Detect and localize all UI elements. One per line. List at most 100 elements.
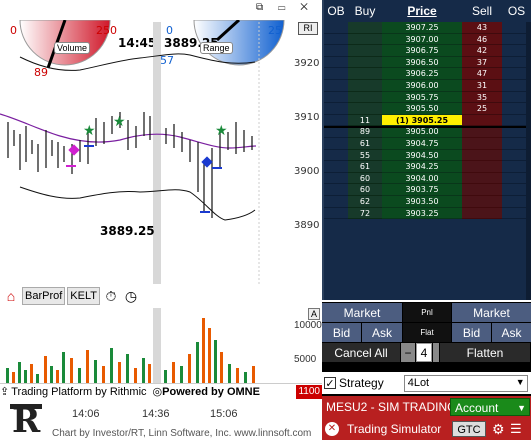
window-controls[interactable]: ⧉ ▭ ✕ xyxy=(256,2,314,13)
ob-cell[interactable] xyxy=(324,68,348,80)
dom-row[interactable]: 3907.00 46 xyxy=(324,33,531,46)
sell-cell[interactable] xyxy=(462,207,502,220)
ob-cell[interactable] xyxy=(324,137,348,150)
qty-increment-button[interactable] xyxy=(433,343,439,362)
close-icon[interactable]: ✕ xyxy=(325,422,339,436)
timer-icon[interactable]: ⏱ xyxy=(102,287,120,305)
price-cell[interactable]: 3904.25 xyxy=(382,161,462,173)
cancel-all-button[interactable]: Cancel All xyxy=(322,343,400,362)
dom-row[interactable]: 3905.50 25 xyxy=(324,103,531,115)
buy-cell[interactable] xyxy=(348,91,382,104)
dom-row[interactable]: 60 3903.75 xyxy=(324,184,531,196)
settings-sliders-icon[interactable]: ☰ xyxy=(510,421,522,437)
dom-row[interactable]: 89 3905.00 xyxy=(324,126,531,138)
account-select[interactable]: Account ▼ xyxy=(450,398,530,416)
buy-cell[interactable]: 89 xyxy=(348,126,382,138)
price-cell[interactable]: 3905.75 xyxy=(382,91,462,104)
sell-cell[interactable] xyxy=(462,172,502,185)
price-cell[interactable]: 3903.75 xyxy=(382,184,462,196)
sell-cell[interactable]: 31 xyxy=(462,79,502,92)
sell-cell[interactable]: 47 xyxy=(462,68,502,80)
dom-ladder[interactable]: 3907.25 43 3907.00 46 3906.75 42 3906.50 37 3906… xyxy=(324,22,531,300)
price-cell[interactable]: 3906.50 xyxy=(382,56,462,69)
price-cell[interactable]: 3904.50 xyxy=(382,149,462,162)
gtc-button[interactable]: GTC xyxy=(452,421,486,437)
strategy-checkbox[interactable]: ✓ xyxy=(324,377,336,390)
buy-cell[interactable]: 11 xyxy=(348,114,382,127)
qty-decrement-button[interactable]: − xyxy=(401,343,415,362)
barprof-button[interactable]: BarProf xyxy=(22,287,66,305)
buy-cell[interactable]: 61 xyxy=(348,161,382,173)
ob-cell[interactable] xyxy=(324,45,348,57)
dom-row[interactable]: 3906.25 47 xyxy=(324,68,531,80)
ob-cell[interactable] xyxy=(324,207,348,220)
sell-cell[interactable] xyxy=(462,149,502,162)
buy-cell[interactable] xyxy=(348,33,382,46)
header-ob[interactable]: OB xyxy=(324,4,348,18)
gear-icon[interactable]: ⚙ xyxy=(492,421,505,438)
ob-cell[interactable] xyxy=(324,22,348,34)
ob-cell[interactable] xyxy=(324,195,348,208)
sell-cell[interactable] xyxy=(462,161,502,173)
sell-cell[interactable]: 25 xyxy=(462,103,502,115)
ob-cell[interactable] xyxy=(324,126,348,138)
buy-cell[interactable]: 55 xyxy=(348,149,382,162)
buy-cell[interactable] xyxy=(348,45,382,57)
dom-row[interactable]: 61 3904.75 xyxy=(324,137,531,150)
price-cell[interactable]: 3903.25 xyxy=(382,207,462,220)
market-sell-button[interactable]: Market xyxy=(452,303,531,322)
buy-cell[interactable]: 72 xyxy=(348,207,382,220)
ob-cell[interactable] xyxy=(324,172,348,185)
ob-cell[interactable] xyxy=(324,149,348,162)
sell-cell[interactable] xyxy=(462,126,502,138)
chart-home-icon[interactable]: ⌂ xyxy=(2,287,20,305)
price-chart[interactable]: ★ ★ ★ xyxy=(0,22,294,284)
dom-row[interactable]: 3906.75 42 xyxy=(324,45,531,57)
sell-cell[interactable]: 46 xyxy=(462,33,502,46)
ob-cell[interactable] xyxy=(324,91,348,104)
dom-row[interactable]: 60 3904.00 xyxy=(324,172,531,185)
header-price[interactable]: Price xyxy=(382,4,462,18)
sell-cell[interactable] xyxy=(462,184,502,196)
ob-cell[interactable] xyxy=(324,56,348,69)
header-os[interactable]: OS xyxy=(502,4,531,18)
kelt-button[interactable]: KELT xyxy=(67,287,100,305)
sell-cell[interactable] xyxy=(462,114,502,127)
ob-cell[interactable] xyxy=(324,103,348,115)
price-cell[interactable]: 3907.25 xyxy=(382,22,462,34)
price-cell[interactable]: 3906.75 xyxy=(382,45,462,57)
dom-row[interactable]: 11 (1) 3905.25 xyxy=(324,114,531,127)
ob-cell[interactable] xyxy=(324,79,348,92)
ob-cell[interactable] xyxy=(324,161,348,173)
price-cell[interactable]: 3905.50 xyxy=(382,103,462,115)
dom-row[interactable]: 3905.75 35 xyxy=(324,91,531,104)
dom-row[interactable]: 3906.50 37 xyxy=(324,56,531,69)
dom-row[interactable]: 3906.00 31 xyxy=(324,79,531,92)
buy-cell[interactable]: 60 xyxy=(348,172,382,185)
quantity-field[interactable]: 4 xyxy=(416,343,432,362)
price-cell[interactable]: 3906.00 xyxy=(382,79,462,92)
price-cell[interactable]: 3905.00 xyxy=(382,126,462,138)
sell-cell[interactable]: 35 xyxy=(462,91,502,104)
dom-row[interactable]: 3907.25 43 xyxy=(324,22,531,34)
sell-cell[interactable]: 43 xyxy=(462,22,502,34)
buy-cell[interactable] xyxy=(348,68,382,80)
ask-sell-button[interactable]: Ask xyxy=(492,323,531,342)
ob-cell[interactable] xyxy=(324,33,348,46)
dom-row[interactable]: 72 3903.25 xyxy=(324,207,531,220)
buy-cell[interactable]: 60 xyxy=(348,184,382,196)
header-sell[interactable]: Sell xyxy=(462,4,502,18)
price-cell[interactable]: 3907.00 xyxy=(382,33,462,46)
market-buy-button[interactable]: Market xyxy=(322,303,402,322)
price-cell[interactable]: 3903.50 xyxy=(382,195,462,208)
sell-cell[interactable] xyxy=(462,137,502,150)
strategy-select[interactable]: 4Lot ▼ xyxy=(403,374,528,392)
sell-cell[interactable]: 37 xyxy=(462,56,502,69)
buy-cell[interactable]: 61 xyxy=(348,137,382,150)
price-cell[interactable]: (1) 3905.25 xyxy=(382,114,462,127)
price-cell[interactable]: 3904.75 xyxy=(382,137,462,150)
sell-cell[interactable] xyxy=(462,195,502,208)
buy-cell[interactable] xyxy=(348,103,382,115)
buy-cell[interactable] xyxy=(348,22,382,34)
dom-row[interactable]: 55 3904.50 xyxy=(324,149,531,162)
